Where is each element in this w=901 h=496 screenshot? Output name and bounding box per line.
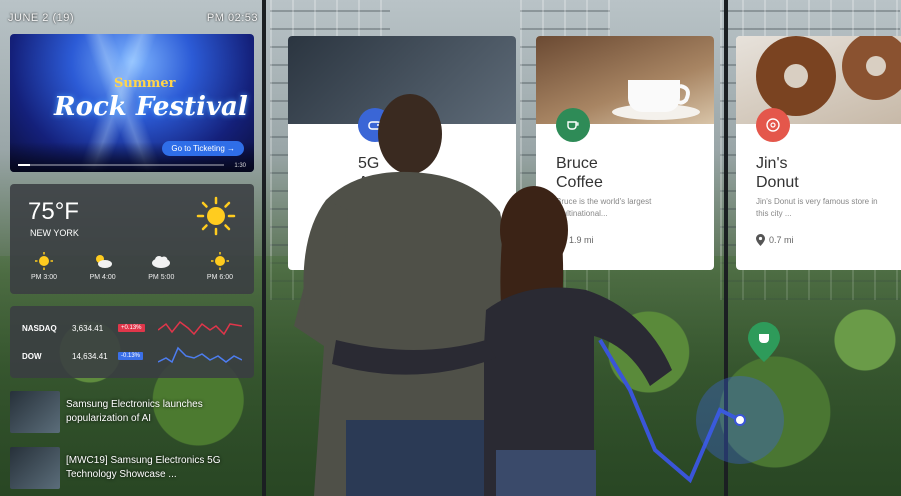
- forecast-hour: PM 6:00: [194, 252, 246, 281]
- time-label: PM 02:53: [206, 12, 258, 24]
- video-progress-fill: [18, 164, 31, 166]
- news-headline: [MWC19] Samsung Electronics 5G Technolog…: [66, 455, 221, 480]
- forecast-hour: PM 3:00: [18, 252, 70, 281]
- news-item[interactable]: Samsung Electronics launches popularizat…: [10, 386, 254, 438]
- stock-sparkline: [158, 320, 242, 336]
- festival-title: Rock Festival: [54, 92, 248, 122]
- stock-value: 3,634.41: [72, 323, 104, 333]
- distance-value: 0.7 mi: [769, 235, 794, 245]
- sun-icon: [210, 252, 229, 270]
- forecast-time: PM 5:00: [148, 274, 175, 281]
- forecast-hour: PM 5:00: [135, 252, 187, 281]
- festival-banner[interactable]: Summer Rock Festival Go to Ticketing → 1…: [10, 34, 254, 172]
- hourly-forecast: PM 3:00 PM 4:00 PM 5:00 PM 6:00: [18, 252, 246, 281]
- sun-icon: [35, 252, 53, 270]
- card-title-line: Donut: [756, 174, 799, 191]
- card-title-line: Jin's: [756, 155, 788, 172]
- news-headline: Samsung Electronics launches popularizat…: [66, 399, 203, 424]
- forecast-time: PM 3:00: [30, 274, 58, 281]
- stock-name: NASDAQ: [22, 323, 57, 333]
- ticketing-button[interactable]: Go to Ticketing →: [162, 141, 244, 156]
- card-distance: 0.7 mi: [756, 234, 794, 246]
- video-progress-bar[interactable]: [18, 164, 224, 166]
- forecast-time: PM 4:00: [89, 274, 116, 281]
- stock-row: NASDAQ 3,634.41 +0.13%: [22, 318, 246, 338]
- partly-cloudy-icon: [95, 255, 112, 268]
- card-description: Jin's Donut is very famous store in this…: [756, 197, 878, 218]
- stock-change: +0.13%: [118, 324, 145, 332]
- news-thumbnail: [10, 447, 60, 489]
- stocks-widget[interactable]: NASDAQ 3,634.41 +0.13% DOW 14,634.41 -0.…: [10, 306, 254, 378]
- card-photo: [736, 36, 901, 124]
- news-thumbnail: [10, 391, 60, 433]
- card-title: Jin's Donut: [756, 154, 799, 192]
- temperature: 75°F: [28, 198, 79, 225]
- couple-silhouette: [294, 94, 672, 496]
- location-pin-icon: [756, 234, 765, 246]
- news-item[interactable]: [MWC19] Samsung Electronics 5G Technolog…: [10, 442, 254, 494]
- map-pin-icon[interactable]: [748, 322, 780, 362]
- forecast-hour: PM 4:00: [77, 252, 129, 281]
- weather-widget[interactable]: 75°F NEW YORK PM 3:00 PM 4:00 PM 5:00 PM…: [10, 184, 254, 294]
- city-label: NEW YORK: [30, 228, 79, 238]
- donut-photo: [756, 36, 901, 116]
- stock-name: DOW: [22, 351, 42, 361]
- donut-icon: [756, 108, 790, 142]
- festival-kicker: Summer: [114, 76, 176, 91]
- panel-seam: [262, 0, 266, 496]
- forecast-time: PM 6:00: [206, 274, 233, 281]
- stock-sparkline: [158, 346, 242, 364]
- status-bar: JUNE 2 (19) PM 02:53: [8, 8, 258, 28]
- stock-row: DOW 14,634.41 -0.13%: [22, 346, 246, 366]
- sun-icon: [196, 196, 236, 236]
- video-duration: 1:30: [234, 163, 246, 169]
- cloud-icon: [152, 256, 171, 268]
- place-card-jins-donut[interactable]: Jin's Donut Jin's Donut is very famous st…: [736, 36, 901, 270]
- stock-change: -0.13%: [118, 352, 144, 360]
- stock-value: 14,634.41: [72, 351, 108, 361]
- date-label: JUNE 2 (19): [8, 12, 75, 24]
